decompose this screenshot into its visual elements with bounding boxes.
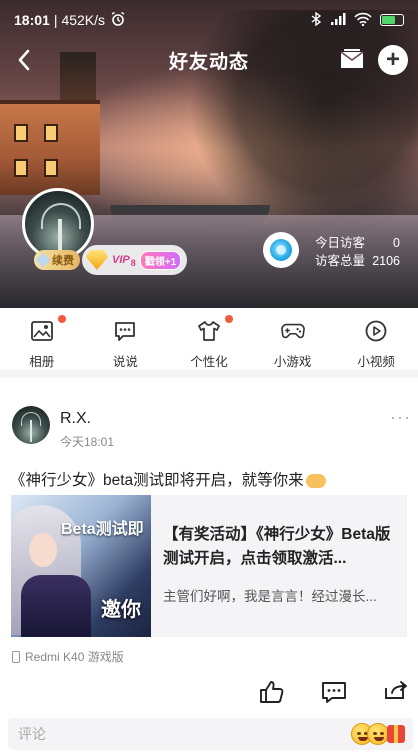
diamond-icon [35,252,51,268]
top-navigation-bar: 好友动态 + [0,40,418,80]
membership-badges[interactable]: 续费 VIP 8 戳领+1 [34,245,188,275]
messages-button[interactable] [338,46,366,74]
visitors-today-label: 今日访客 [315,236,366,250]
device-name: Redmi K40 游戏版 [25,650,124,664]
vip-level: 8 [130,258,136,268]
post-text: 《神行少女》beta测试即将开启，就等你来 [10,468,326,490]
tshirt-icon [197,319,221,343]
thumbs-up-icon [260,681,284,703]
signal-icon [330,12,346,29]
nav-item-moments[interactable]: 说说 [84,308,168,370]
wifi-icon [354,12,372,29]
status-separator: | [53,12,58,28]
thumbnail-character-dress [21,575,91,637]
envelope-icon [340,49,364,68]
nav-dot-personalize [224,315,233,323]
ellipsis-icon: ··· [390,407,411,427]
post-text-content: 《神行少女》beta测试即将开启，就等你来 [10,472,304,489]
post-author-avatar[interactable] [12,406,50,444]
comment-placeholder: 评论 [18,726,46,742]
vip-badge[interactable]: VIP 8 戳领+1 [82,245,188,275]
visitors-today-row: 今日访客 0 [315,234,400,252]
visitors-total-label: 访客总量 [315,254,366,268]
like-button[interactable] [258,678,286,706]
house-window [44,124,58,142]
laugh-emoji-icon [367,723,389,745]
vip-label: VIP [112,254,130,266]
speech-bubble-icon [113,319,137,343]
nav-item-personalize[interactable]: 个性化 [167,308,251,370]
nav-label-minigames: 小游戏 [273,355,312,369]
house-window [14,124,28,142]
visitor-eye-button[interactable] [263,232,299,268]
nav-label-shortvideo: 小视频 [357,355,395,369]
nav-dot-album [57,315,66,323]
nav-item-minigames[interactable]: 小游戏 [251,308,335,370]
visitors-total-row: 访客总量 2106 [315,252,400,270]
nav-label-album: 相册 [29,355,55,369]
feature-nav: 相册 说说 个性化 小游戏 小视频 [0,308,418,370]
pointing-hand-emoji-icon [305,473,326,488]
visitors-today-value: 0 [393,236,400,250]
status-icons [310,11,404,29]
status-time: 18:01 [14,12,50,28]
status-bar: 18:01 | 452K/s [0,0,418,40]
phone-icon [12,650,20,663]
renew-badge[interactable]: 续费 [34,250,80,270]
nav-label-personalize: 个性化 [190,355,228,369]
thumbnail-beta-text: Beta测试即 [61,521,144,538]
comment-icon [322,682,346,703]
emoji-picker-button[interactable] [351,721,409,747]
shared-link-card[interactable]: Beta测试即 邀你 【有奖活动】《神行少女》Beta版测试开启，点击领取激活.… [11,495,407,637]
visitor-stats[interactable]: 今日访客 0 访客总量 2106 [315,234,400,270]
add-button[interactable]: + [378,45,408,75]
plus-icon: + [385,46,400,73]
house-illustration [0,100,100,195]
share-card-title: 【有奖活动】《神行少女》Beta版测试开启，点击领取激活... [163,526,391,567]
share-thumbnail: Beta测试即 邀你 [11,495,151,637]
network-speed: 452K/s [61,12,106,28]
share-card-body: 【有奖活动】《神行少女》Beta版测试开启，点击领取激活... 主管们好啊，我是… [151,495,407,637]
battery-icon [380,14,404,26]
section-divider [0,370,418,378]
alarm-icon [110,11,126,30]
renew-badge-label: 续费 [52,255,74,267]
share-card-description: 主管们好啊，我是言言！经过漫长... [163,589,377,604]
post-author-name[interactable]: R.X. [60,410,91,428]
nav-item-album[interactable]: 相册 [0,308,84,370]
post-actions [0,678,418,710]
bluetooth-icon [310,11,322,29]
back-button[interactable] [10,46,38,74]
post-timestamp: 今天18:01 [60,435,115,449]
photo-album-icon [30,319,54,343]
chevron-left-icon [18,49,30,71]
avatar-tree-trunk [30,420,32,442]
nav-label-moments: 说说 [112,355,138,369]
thumbnail-character-face [29,533,57,567]
more-options-button[interactable]: ··· [390,408,410,426]
play-circle-icon [364,319,388,343]
comment-button[interactable] [320,678,348,706]
house-window [14,159,28,177]
gift-icon [387,725,405,743]
nav-item-shortvideo[interactable]: 小视频 [334,308,418,370]
house-window [44,159,58,177]
thumbnail-invite-text: 邀你 [101,599,141,621]
share-button[interactable] [382,678,410,706]
vip-gem-icon [86,250,108,270]
gamepad-icon [280,319,305,343]
vip-claim-pill[interactable]: 戳领+1 [139,250,182,270]
eye-icon [270,239,292,261]
share-icon [385,681,407,699]
visitors-total-value: 2106 [372,254,400,268]
comment-input[interactable]: 评论 [8,718,413,750]
device-info: Redmi K40 游戏版 [12,648,124,665]
